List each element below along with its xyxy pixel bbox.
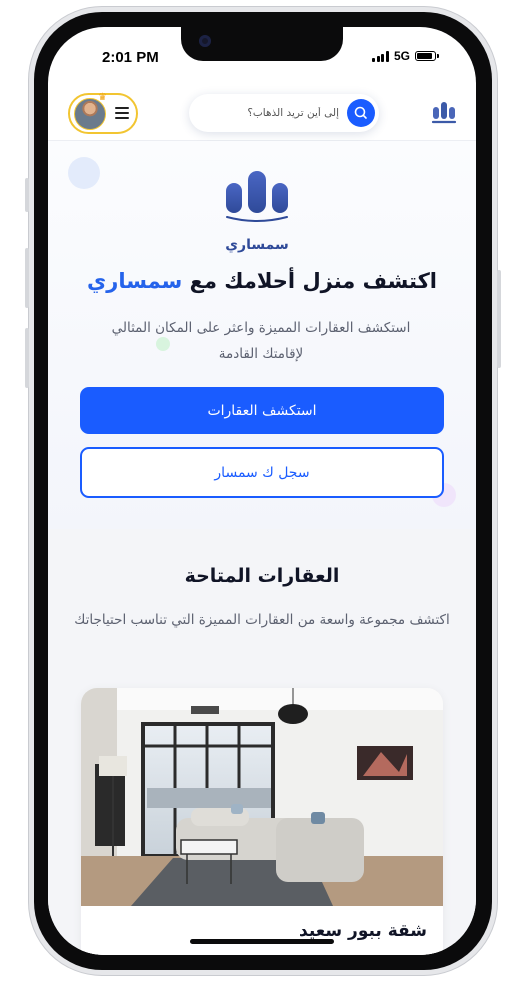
hero-subtitle: استكشف العقارات المميزة واعثر على المكان… xyxy=(111,320,411,362)
phone-side-button xyxy=(25,178,29,212)
front-camera-icon xyxy=(199,35,211,47)
section-title: العقارات المتاحة xyxy=(184,565,340,587)
search-icon xyxy=(354,106,367,119)
hero-title-accent: سمساري xyxy=(87,269,183,293)
battery-level xyxy=(417,53,433,59)
hero-logo xyxy=(226,171,288,222)
hero-title: اكتشف منزل أحلامك مع سمساري xyxy=(48,269,476,293)
user-menu-button[interactable]: ♛ xyxy=(68,92,138,134)
property-card[interactable]: شقة ببور سعيد xyxy=(81,688,443,955)
status-time: 2:01 PM xyxy=(102,49,159,66)
search-input[interactable] xyxy=(201,94,339,132)
battery-icon xyxy=(415,51,439,61)
search-bar[interactable] xyxy=(189,94,379,132)
hero-section: سمساري اكتشف منزل أحلامك مع سمساري استكش… xyxy=(48,141,476,529)
phone-volume-up-button xyxy=(25,248,29,308)
simsari-logo-icon[interactable] xyxy=(430,99,458,127)
signal-icon xyxy=(372,50,389,62)
section-subtitle: اكتشف مجموعة واسعة من العقارات المميزة ا… xyxy=(74,612,450,628)
phone-power-button xyxy=(497,270,501,368)
phone-volume-down-button xyxy=(25,328,29,388)
hero-logo-text: سمساري xyxy=(225,237,289,253)
decor-circle xyxy=(68,157,100,189)
hamburger-menu-icon[interactable] xyxy=(115,107,129,122)
home-indicator[interactable] xyxy=(190,939,334,944)
property-image[interactable] xyxy=(81,688,443,906)
phone-screen: 2:01 PM 5G ♛ إلى أين تريد الذهاب؟ سمساري… xyxy=(48,27,476,955)
explore-properties-button[interactable]: استكشف العقارات xyxy=(80,387,444,434)
network-type: 5G xyxy=(393,49,410,63)
crown-icon: ♛ xyxy=(98,92,107,103)
hero-title-prefix: اكتشف منزل أحلامك مع xyxy=(189,269,437,293)
app-header: ♛ xyxy=(48,87,476,141)
properties-section: العقارات المتاحة اكتشف مجموعة واسعة من ا… xyxy=(48,529,476,955)
property-title[interactable]: شقة ببور سعيد xyxy=(299,921,427,941)
register-broker-button[interactable]: سجل ك سمسار xyxy=(80,447,444,498)
status-indicators: 5G xyxy=(372,49,439,63)
notch xyxy=(181,27,343,61)
search-button[interactable] xyxy=(347,99,375,127)
